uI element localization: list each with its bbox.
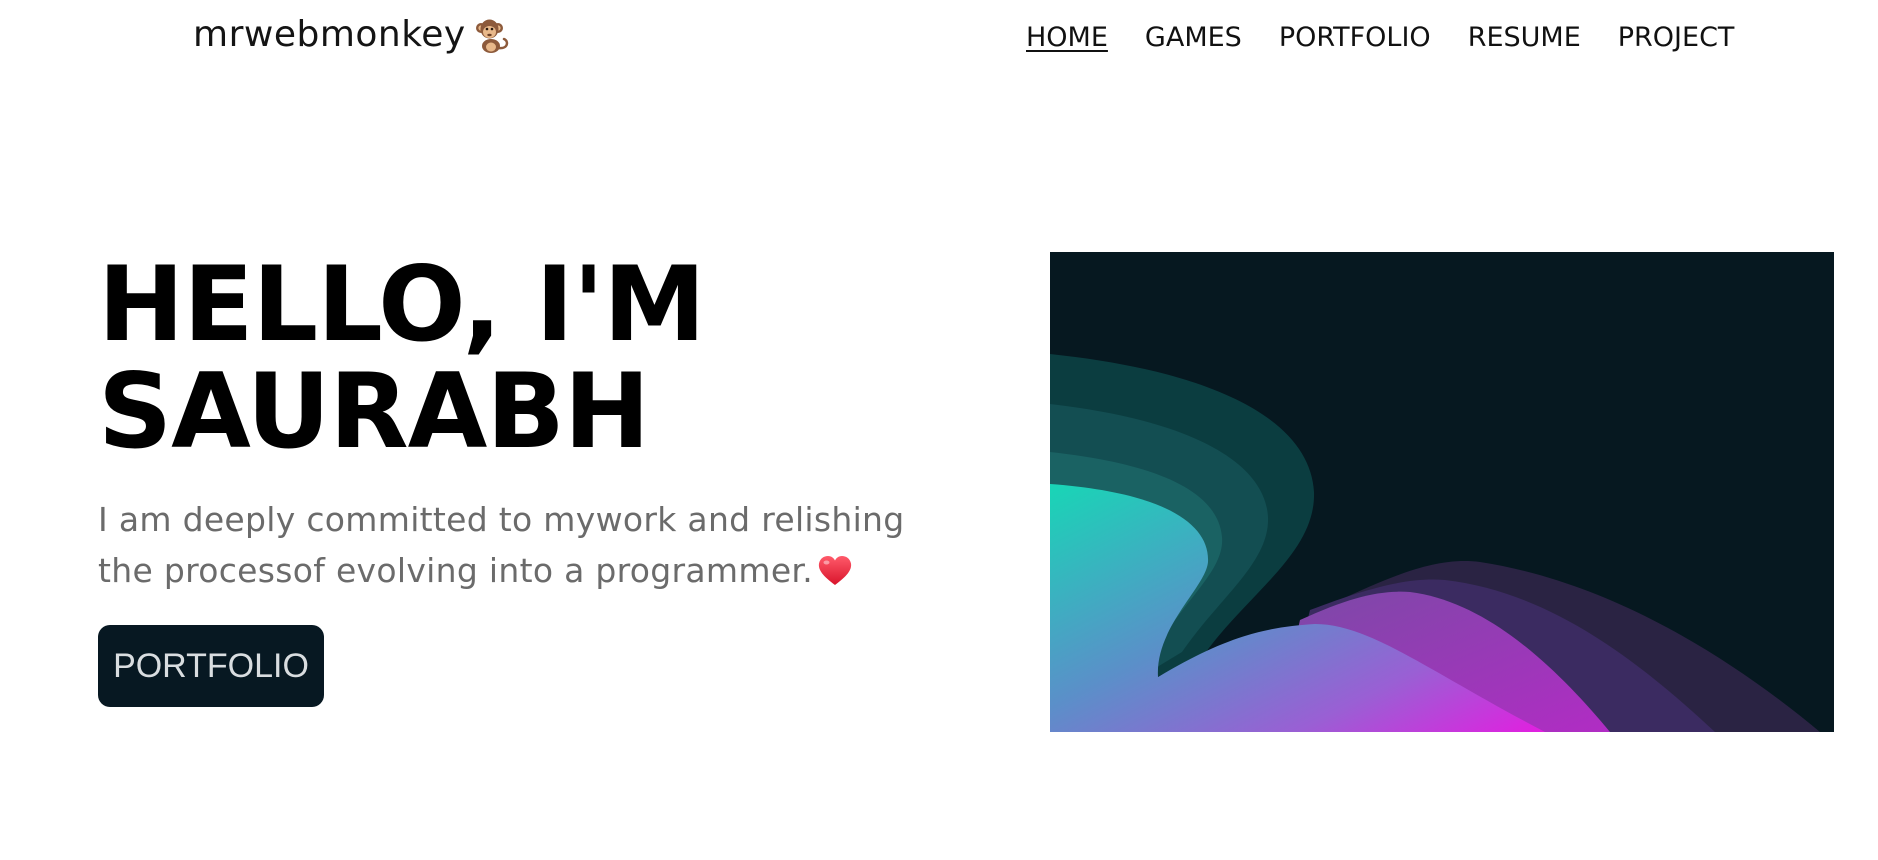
brand-name: mrwebmonkey [193, 14, 466, 55]
hero-title-line-2: SAURABH [98, 352, 650, 472]
nav-portfolio[interactable]: PORTFOLIO [1279, 20, 1431, 56]
brand-logo-link[interactable]: mrwebmonkey [193, 12, 512, 58]
main-nav: HOME GAMES PORTFOLIO RESUME PROJECT [1026, 20, 1771, 56]
hero-description-line-2: the processof evolving into a programmer… [98, 551, 814, 590]
nav-home[interactable]: HOME [1026, 20, 1108, 56]
nav-resume[interactable]: RESUME [1468, 20, 1581, 56]
hero-description-line-1: I am deeply committed to mywork and reli… [98, 500, 905, 539]
heart-icon [818, 556, 852, 585]
hero-description-line-2-wrap: the processof evolving into a programmer… [98, 545, 958, 596]
hero-title: HELLO, I'M SAURABH [98, 245, 706, 472]
hero-description: I am deeply committed to mywork and reli… [98, 494, 958, 596]
hero-title-line-1: HELLO, I'M [98, 245, 706, 365]
nav-games[interactable]: GAMES [1145, 20, 1242, 56]
monkey-icon [475, 19, 508, 53]
portfolio-button[interactable]: PORTFOLIO [98, 625, 324, 707]
nav-project[interactable]: PROJECT [1618, 20, 1735, 56]
hero-illustration [1050, 252, 1834, 732]
navbar: mrwebmonkey HOME GAMES PORTFOLIO RESUME … [0, 0, 1878, 78]
